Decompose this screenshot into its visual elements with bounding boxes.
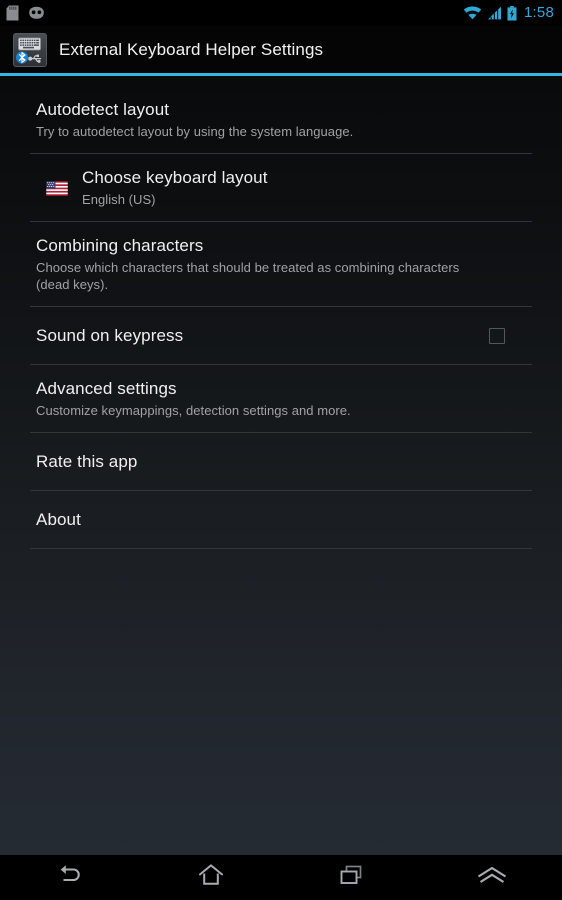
preference-summary: English (US) <box>82 192 156 207</box>
page-title: External Keyboard Helper Settings <box>59 39 324 59</box>
bluetooth-glyph <box>16 51 28 64</box>
preference-autodetect-layout[interactable]: Autodetect layout Try to autodetect layo… <box>0 86 562 153</box>
settings-content: Autodetect layout Try to autodetect layo… <box>0 76 562 855</box>
us-flag-icon <box>45 180 69 196</box>
preference-list: Autodetect layout Try to autodetect layo… <box>0 76 562 549</box>
battery-charging-icon <box>507 5 517 21</box>
preference-summary: Choose which characters that should be t… <box>36 260 460 292</box>
preference-summary: Customize keymappings, detection setting… <box>36 403 351 418</box>
sd-card-icon <box>6 5 19 21</box>
home-icon <box>196 862 226 893</box>
menu-button[interactable] <box>437 855 547 900</box>
preference-combining-characters[interactable]: Combining characters Choose which charac… <box>0 222 562 306</box>
navigation-bar <box>0 855 562 900</box>
preference-sound-on-keypress[interactable]: Sound on keypress <box>0 307 562 364</box>
home-button[interactable] <box>156 855 266 900</box>
preference-advanced-settings[interactable]: Advanced settings Customize keymappings,… <box>0 365 562 432</box>
preference-rate-this-app[interactable]: Rate this app <box>0 433 562 490</box>
preference-choose-keyboard-layout[interactable]: Choose keyboard layout English (US) <box>0 154 562 221</box>
preference-about[interactable]: About <box>0 491 562 548</box>
preference-title: Autodetect layout <box>36 100 170 119</box>
preference-title: Choose keyboard layout <box>82 168 268 187</box>
back-arrow-icon <box>55 862 85 893</box>
preference-title: Advanced settings <box>36 379 177 398</box>
status-bar-left-icons <box>6 5 46 21</box>
status-bar-clock: 1:58 <box>524 3 554 21</box>
action-bar: External Keyboard Helper Settings <box>0 26 562 73</box>
recents-button[interactable] <box>296 855 406 900</box>
preference-title: Sound on keypress <box>36 326 184 345</box>
external-keyboard-helper-icon <box>13 32 47 67</box>
cyanogenmod-head-icon <box>27 6 46 20</box>
status-bar-right-icons: 1:58 <box>463 3 554 21</box>
preference-title: Combining characters <box>36 236 204 255</box>
list-divider <box>30 548 532 549</box>
signal-bars-icon <box>487 6 502 20</box>
chevron-up-double-icon <box>474 863 510 892</box>
preference-title: Rate this app <box>36 452 138 471</box>
preference-summary: Try to autodetect layout by using the sy… <box>36 124 354 139</box>
wifi-icon <box>463 6 482 20</box>
preference-title: About <box>36 510 81 529</box>
sound-on-keypress-checkbox[interactable] <box>489 327 505 344</box>
status-bar: 1:58 <box>0 0 562 26</box>
back-button[interactable] <box>15 855 125 900</box>
android-settings-screen: 1:58 External Keyboard Helper Settings A… <box>0 0 562 900</box>
recent-apps-icon <box>336 862 366 893</box>
